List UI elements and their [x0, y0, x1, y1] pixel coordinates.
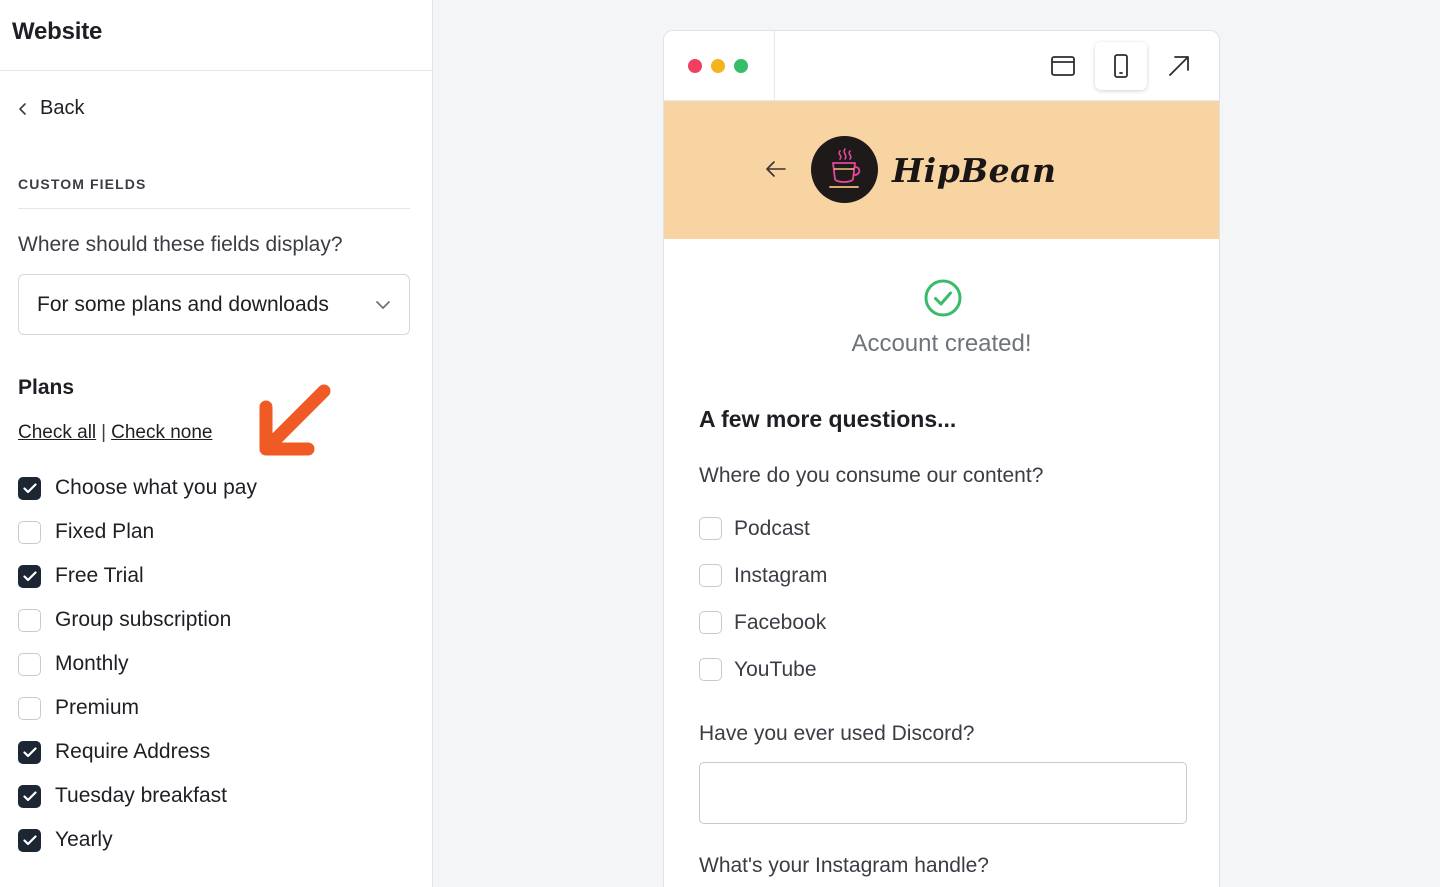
success-message: Account created! — [851, 330, 1032, 357]
brand-banner: HipBean — [664, 101, 1219, 239]
maximize-dot — [734, 58, 748, 73]
option-item[interactable]: YouTube — [699, 646, 827, 693]
plan-item[interactable]: Free Trial — [18, 554, 257, 598]
link-separator: | — [101, 422, 107, 443]
option-checkbox[interactable] — [699, 564, 722, 587]
divider — [18, 208, 410, 209]
preview-toolbar — [664, 31, 1219, 101]
check-circle-icon — [924, 279, 962, 317]
check-links: Check all | Check none — [18, 422, 213, 444]
sidebar-title: Website — [12, 18, 103, 45]
plan-label: Free Trial — [55, 564, 144, 587]
plan-label: Fixed Plan — [55, 520, 155, 543]
discord-answer-field[interactable] — [699, 762, 1187, 824]
back-label: Back — [40, 97, 85, 119]
plan-item[interactable]: Tuesday breakfast — [18, 774, 257, 818]
view-toggle — [775, 31, 1219, 100]
display-select[interactable]: For some plans and downloads — [18, 274, 410, 335]
window-controls — [664, 31, 775, 100]
plan-checkbox[interactable] — [18, 476, 41, 500]
option-checkbox[interactable] — [699, 658, 722, 681]
option-item[interactable]: Podcast — [699, 505, 827, 552]
plan-label: Choose what you pay — [55, 476, 257, 499]
mobile-view-button[interactable] — [1095, 41, 1147, 90]
plan-checkbox[interactable] — [18, 740, 41, 764]
section-label: CUSTOM FIELDS — [18, 176, 147, 192]
brand-name: HipBean — [892, 151, 1057, 190]
plan-item[interactable]: Monthly — [18, 642, 257, 686]
plan-checkbox[interactable] — [18, 608, 41, 632]
checkmark-icon — [22, 746, 37, 757]
checkmark-icon — [22, 834, 37, 845]
plan-list: Choose what you pay Fixed Plan Free Tria… — [18, 466, 257, 862]
desktop-view-button[interactable] — [1037, 42, 1089, 90]
plan-item[interactable]: Premium — [18, 686, 257, 730]
consume-options: Podcast Instagram Facebook YouTube — [699, 505, 827, 693]
plan-checkbox[interactable] — [18, 784, 41, 808]
checkmark-icon — [22, 482, 37, 493]
display-question: Where should these fields display? — [18, 233, 343, 256]
minimize-dot — [711, 58, 725, 73]
plan-checkbox[interactable] — [18, 696, 41, 720]
plan-checkbox[interactable] — [18, 828, 41, 852]
option-label: YouTube — [734, 657, 817, 681]
plan-label: Premium — [55, 696, 140, 719]
option-checkbox[interactable] — [699, 517, 722, 540]
sidebar-header: Website — [0, 0, 432, 71]
coffee-cup-icon — [828, 147, 860, 188]
plan-item[interactable]: Choose what you pay — [18, 466, 257, 510]
browser-window-icon — [1051, 55, 1075, 76]
option-label: Instagram — [734, 563, 828, 587]
settings-sidebar: Website Back CUSTOM FIELDS Where should … — [0, 0, 433, 887]
plan-item[interactable]: Fixed Plan — [18, 510, 257, 554]
plans-heading: Plans — [18, 376, 75, 399]
instagram-question: What's your Instagram handle? — [699, 854, 989, 877]
plan-checkbox[interactable] — [18, 520, 41, 544]
open-external-button[interactable] — [1153, 42, 1205, 90]
plan-checkbox[interactable] — [18, 564, 41, 588]
brand-logo — [811, 136, 878, 203]
option-item[interactable]: Instagram — [699, 552, 827, 599]
option-label: Podcast — [734, 516, 810, 540]
check-none-link[interactable]: Check none — [111, 422, 212, 443]
close-dot — [688, 58, 702, 73]
discord-question: Have you ever used Discord? — [699, 722, 975, 745]
plan-label: Require Address — [55, 740, 211, 763]
checkmark-icon — [22, 570, 37, 581]
site-preview: HipBean Account created! A few more ques… — [663, 30, 1220, 887]
arrow-left-icon[interactable] — [764, 159, 788, 179]
plan-checkbox[interactable] — [18, 652, 41, 676]
option-item[interactable]: Facebook — [699, 599, 827, 646]
chevron-down-icon — [376, 300, 390, 309]
plan-item[interactable]: Group subscription — [18, 598, 257, 642]
plan-label: Monthly — [55, 652, 129, 675]
plan-item[interactable]: Yearly — [18, 818, 257, 862]
consume-question: Where do you consume our content? — [699, 464, 1044, 487]
check-all-link[interactable]: Check all — [18, 422, 96, 443]
plan-label: Group subscription — [55, 608, 232, 631]
checkmark-icon — [22, 790, 37, 801]
display-select-value: For some plans and downloads — [37, 292, 329, 316]
option-checkbox[interactable] — [699, 611, 722, 634]
back-button[interactable]: Back — [18, 97, 84, 120]
chevron-left-icon — [19, 102, 26, 115]
form-heading: A few more questions... — [699, 406, 957, 432]
mobile-phone-icon — [1114, 53, 1128, 78]
plan-item[interactable]: Require Address — [18, 730, 257, 774]
annotation-arrow-icon — [259, 384, 331, 456]
plan-label: Tuesday breakfast — [55, 784, 227, 807]
external-arrow-icon — [1169, 55, 1189, 76]
option-label: Facebook — [734, 610, 827, 634]
plan-label: Yearly — [55, 828, 113, 851]
